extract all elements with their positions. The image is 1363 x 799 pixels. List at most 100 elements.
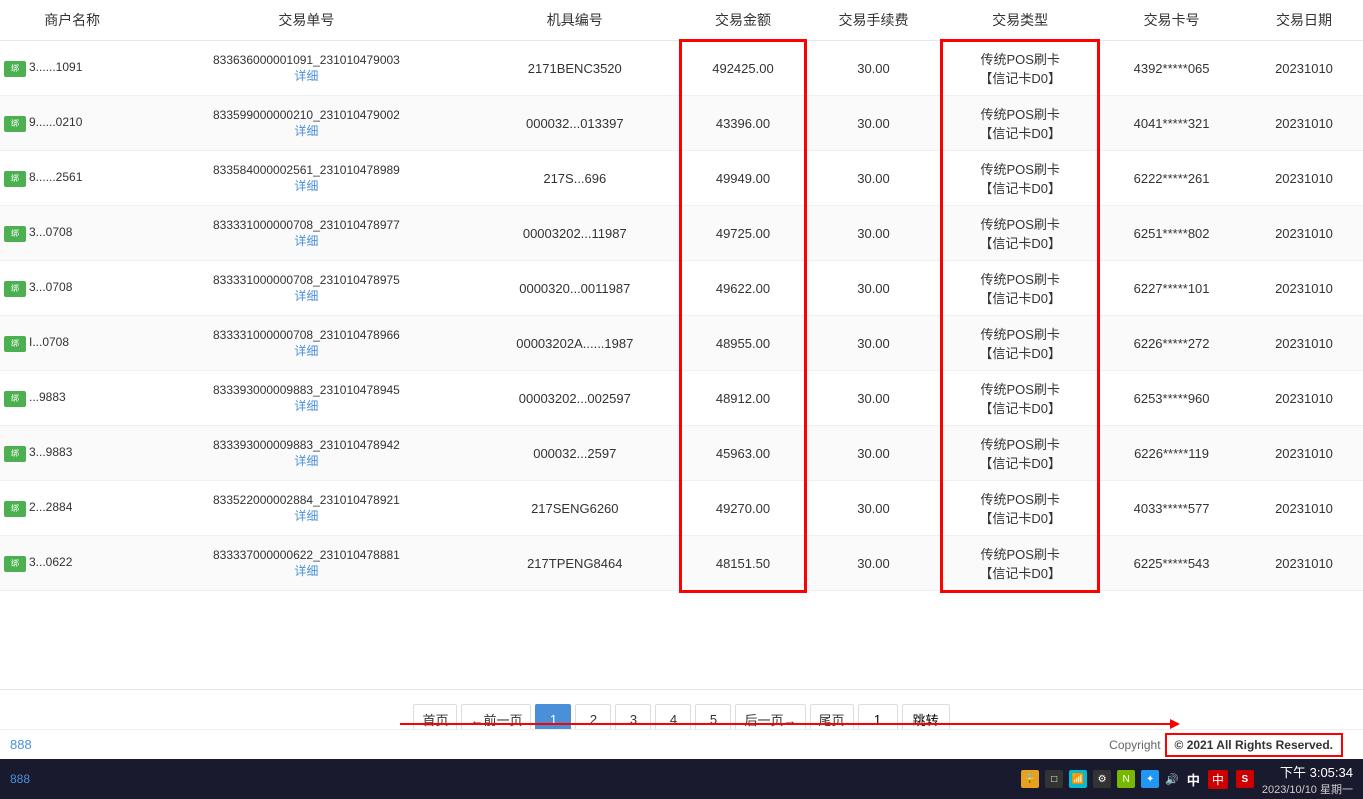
card-cell: 6251*****802: [1098, 206, 1245, 261]
col-header-card: 交易卡号: [1098, 0, 1245, 41]
table-row: 绑2...2884833522000002884_231010478921详细2…: [0, 481, 1363, 536]
merchant-cell: 绑I...0708: [0, 316, 144, 371]
table-container: 商户名称 交易单号 机具编号 交易金额 交易手续费 交易类型 交易卡号 交易日期…: [0, 0, 1363, 748]
device-cell: 217TPENG8464: [468, 536, 681, 591]
tray-icon-2[interactable]: □: [1045, 770, 1063, 788]
detail-link[interactable]: 详细: [152, 177, 460, 194]
merchant-name: 8......2561: [29, 170, 82, 184]
type-main: 传统POS刷卡: [950, 159, 1090, 178]
detail-link[interactable]: 详细: [152, 507, 460, 524]
device-cell: 217S...696: [468, 151, 681, 206]
device-cell: 000032...013397: [468, 96, 681, 151]
sogou-icon[interactable]: S: [1236, 770, 1254, 788]
amount-cell: 49270.00: [681, 481, 805, 536]
detail-link[interactable]: 详细: [152, 342, 460, 359]
amount-cell: 45963.00: [681, 426, 805, 481]
type-main: 传统POS刷卡: [950, 434, 1090, 453]
merchant-name: 3...0708: [29, 280, 72, 294]
taskbar-left: 888: [10, 772, 30, 786]
date-cell: 20231010: [1245, 371, 1363, 426]
merchant-name: 3...9883: [29, 445, 72, 459]
type-sub: 【信记卡D0】: [950, 233, 1090, 252]
order-cell: 833331000000708_231010478977详细: [144, 206, 468, 261]
taskbar-icons: 🔒 □ 📶 ⚙ N ✦ 🔊: [1021, 770, 1179, 788]
order-cell: 833337000000622_231010478881详细: [144, 536, 468, 591]
detail-link[interactable]: 详细: [152, 562, 460, 579]
col-header-amount: 交易金额: [681, 0, 805, 41]
fee-cell: 30.00: [805, 316, 942, 371]
tray-icon-volume[interactable]: 🔊: [1165, 773, 1179, 786]
device-cell: 0000320...0011987: [468, 261, 681, 316]
detail-link[interactable]: 详细: [152, 287, 460, 304]
merchant-name: 2...2884: [29, 500, 72, 514]
device-cell: 000032...2597: [468, 426, 681, 481]
merchant-thumb: 绑: [4, 336, 26, 352]
amount-cell: 48912.00: [681, 371, 805, 426]
table-row: 绑...9883833393000009883_231010478945详细00…: [0, 371, 1363, 426]
device-cell: 217SENG6260: [468, 481, 681, 536]
order-number: 833331000000708_231010478975: [152, 273, 460, 287]
col-header-date: 交易日期: [1245, 0, 1363, 41]
type-sub: 【信记卡D0】: [950, 343, 1090, 362]
merchant-thumb: 绑: [4, 281, 26, 297]
table-row: 绑9......0210833599000000210_231010479002…: [0, 96, 1363, 151]
col-header-order: 交易单号: [144, 0, 468, 41]
merchant-name: 3......1091: [29, 60, 82, 74]
date-cell: 20231010: [1245, 426, 1363, 481]
merchant-cell: 绑3...0708: [0, 261, 144, 316]
footer-copyright: Copyright: [1109, 738, 1160, 752]
order-cell: 833599000000210_231010479002详细: [144, 96, 468, 151]
order-number: 833393000009883_231010478945: [152, 383, 460, 397]
merchant-thumb: 绑: [4, 61, 26, 77]
card-cell: 6226*****272: [1098, 316, 1245, 371]
date-cell: 20231010: [1245, 151, 1363, 206]
tray-icon-4[interactable]: ⚙: [1093, 770, 1111, 788]
table-row: 绑3...0708833331000000708_231010478977详细0…: [0, 206, 1363, 261]
date-cell: 20231010: [1245, 481, 1363, 536]
order-number: 833599000000210_231010479002: [152, 108, 460, 122]
ime-indicator[interactable]: 中: [1208, 770, 1228, 789]
card-cell: 6222*****261: [1098, 151, 1245, 206]
type-sub: 【信记卡D0】: [950, 508, 1090, 527]
table-row: 绑3...0708833331000000708_231010478975详细0…: [0, 261, 1363, 316]
order-number: 833393000009883_231010478942: [152, 438, 460, 452]
detail-link[interactable]: 详细: [152, 122, 460, 139]
col-header-merchant: 商户名称: [0, 0, 144, 41]
merchant-cell: 绑3......1091: [0, 41, 144, 96]
card-cell: 6225*****543: [1098, 536, 1245, 591]
taskbar: 888 🔒 □ 📶 ⚙ N ✦ 🔊 中 中 S 下午 3:05:34 2023/…: [0, 759, 1363, 799]
merchant-cell: 绑3...9883: [0, 426, 144, 481]
type-main: 传统POS刷卡: [950, 104, 1090, 123]
type-main: 传统POS刷卡: [950, 269, 1090, 288]
card-cell: 6227*****101: [1098, 261, 1245, 316]
fee-cell: 30.00: [805, 481, 942, 536]
detail-link[interactable]: 详细: [152, 452, 460, 469]
amount-cell: 49725.00: [681, 206, 805, 261]
detail-link[interactable]: 详细: [152, 232, 460, 249]
order-cell: 833636000001091_231010479003详细: [144, 41, 468, 96]
tray-icon-1[interactable]: 🔒: [1021, 770, 1039, 788]
order-number: 833584000002561_231010478989: [152, 163, 460, 177]
tray-icon-network[interactable]: 📶: [1069, 770, 1087, 788]
taskbar-time-main: 下午 3:05:34: [1262, 762, 1353, 781]
tray-icon-bluetooth[interactable]: ✦: [1141, 770, 1159, 788]
order-number: 833337000000622_231010478881: [152, 548, 460, 562]
order-cell: 833331000000708_231010478975详细: [144, 261, 468, 316]
date-cell: 20231010: [1245, 261, 1363, 316]
table-header: 商户名称 交易单号 机具编号 交易金额 交易手续费 交易类型 交易卡号 交易日期: [0, 0, 1363, 41]
type-main: 传统POS刷卡: [950, 544, 1090, 563]
type-cell: 传统POS刷卡【信记卡D0】: [942, 206, 1098, 261]
tray-icon-nvidia[interactable]: N: [1117, 770, 1135, 788]
table-row: 绑I...0708833331000000708_231010478966详细0…: [0, 316, 1363, 371]
footer-left-text: 888: [10, 737, 32, 752]
amount-cell: 492425.00: [681, 41, 805, 96]
detail-link[interactable]: 详细: [152, 67, 460, 84]
date-cell: 20231010: [1245, 206, 1363, 261]
taskbar-time: 下午 3:05:34 2023/10/10 星期一: [1262, 762, 1353, 797]
device-cell: 00003202...11987: [468, 206, 681, 261]
table-row: 绑3...0622833337000000622_231010478881详细2…: [0, 536, 1363, 591]
detail-link[interactable]: 详细: [152, 397, 460, 414]
date-cell: 20231010: [1245, 316, 1363, 371]
device-cell: 00003202...002597: [468, 371, 681, 426]
lang-indicator[interactable]: 中: [1187, 770, 1200, 789]
